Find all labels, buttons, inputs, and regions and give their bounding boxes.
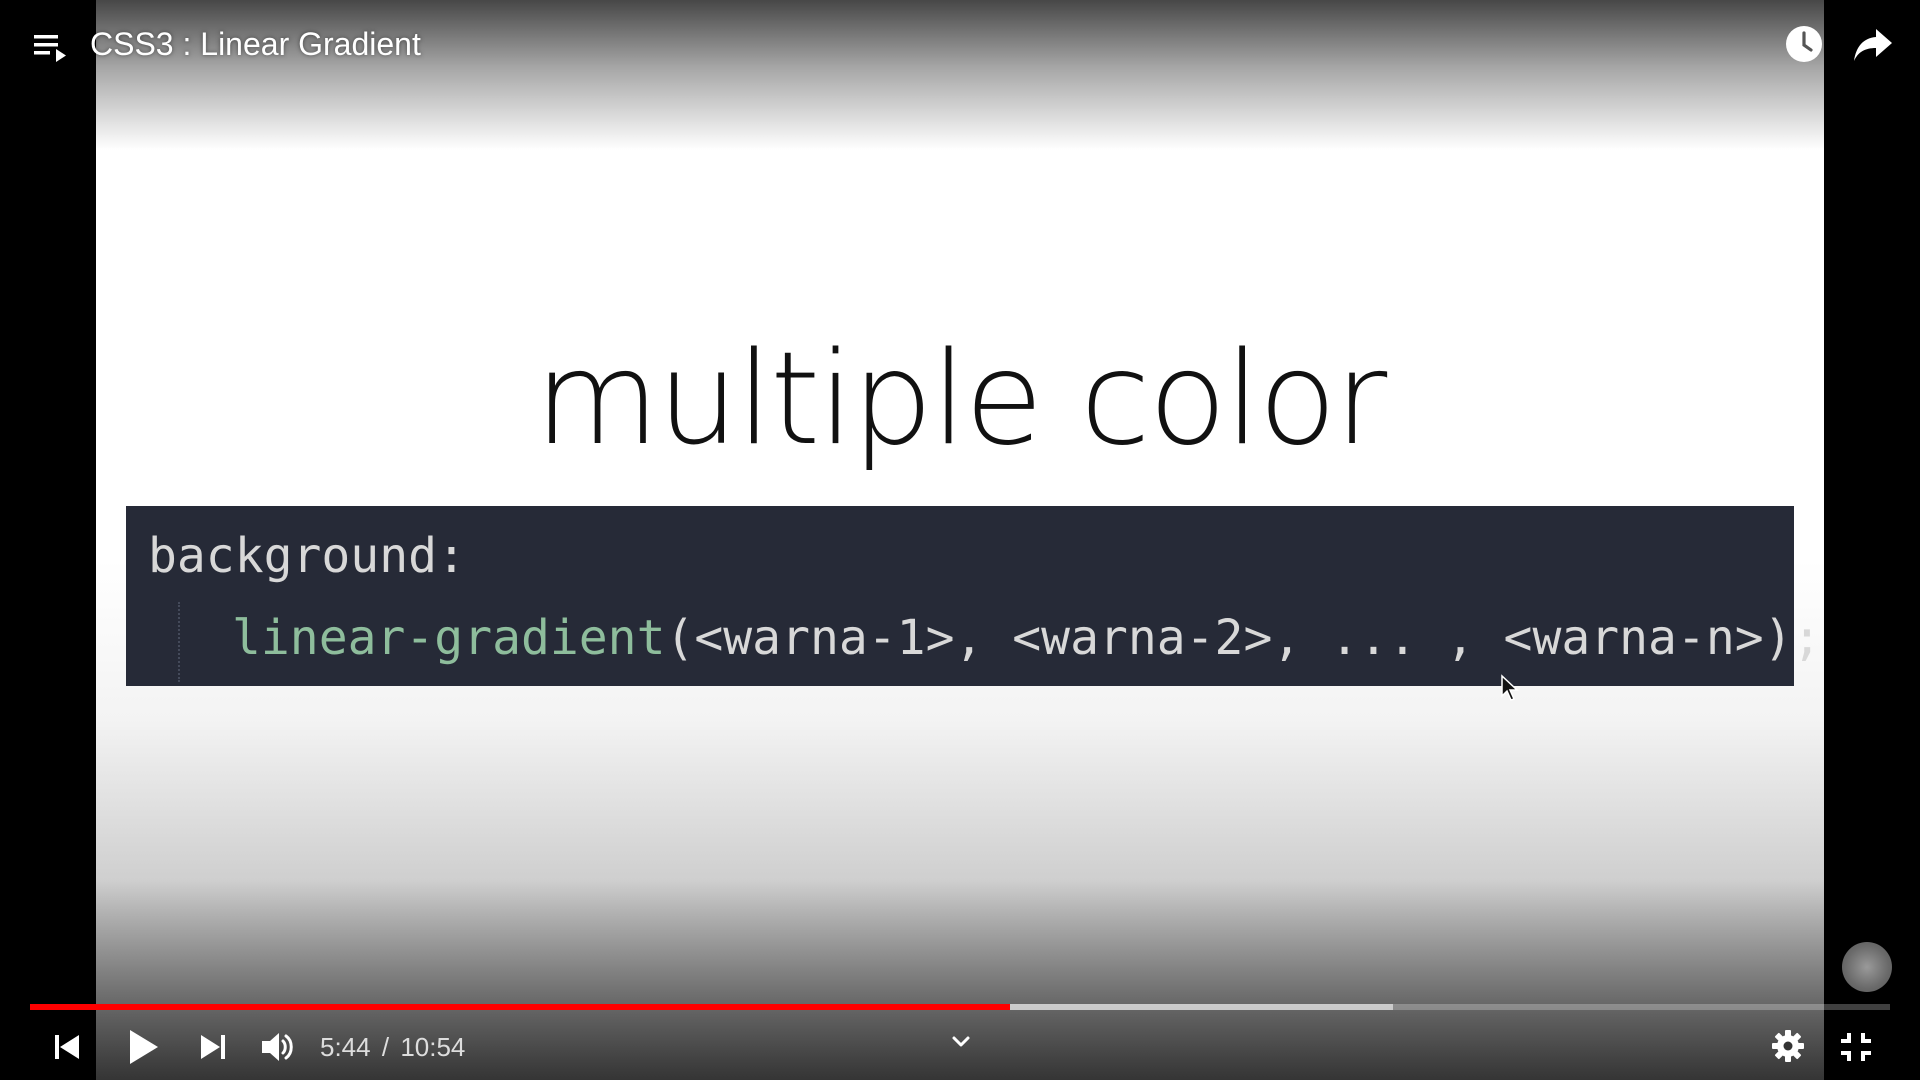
- code-line-background: background:: [148, 528, 466, 584]
- skip-previous-icon[interactable]: [50, 1030, 84, 1064]
- top-gradient-overlay: [0, 0, 1920, 150]
- mouse-pointer-icon: [1501, 674, 1519, 701]
- video-title[interactable]: CSS3 : Linear Gradient: [90, 24, 421, 64]
- channel-watermark[interactable]: [1842, 942, 1892, 992]
- exit-fullscreen-icon[interactable]: [1838, 1030, 1874, 1064]
- playlist-icon[interactable]: [32, 28, 70, 66]
- slide-title: multiple color: [534, 325, 1388, 474]
- current-time: 5:44: [320, 1032, 371, 1062]
- code-function-args: (<warna-1>, <warna-2>, ... , <warna-n>);: [665, 610, 1822, 666]
- share-arrow-icon[interactable]: [1852, 26, 1894, 64]
- time-display: 5:44 / 10:54: [320, 1030, 465, 1064]
- progress-bar[interactable]: [30, 1004, 1890, 1010]
- chevron-down-icon[interactable]: [944, 1030, 978, 1054]
- skip-next-icon[interactable]: [196, 1030, 230, 1064]
- code-function-name: linear-gradient: [232, 610, 666, 666]
- duration: 10:54: [400, 1032, 466, 1062]
- play-icon[interactable]: [122, 1026, 162, 1068]
- volume-icon[interactable]: [258, 1028, 298, 1066]
- progress-played: [30, 1004, 1011, 1010]
- clock-icon[interactable]: [1784, 24, 1824, 64]
- time-separator: /: [381, 1032, 390, 1062]
- video-player[interactable]: multiple color background: linear-gradie…: [0, 0, 1920, 1080]
- code-line-gradient: linear-gradient(<warna-1>, <warna-2>, ..…: [232, 608, 1821, 668]
- code-block: background: linear-gradient(<warna-1>, <…: [126, 506, 1821, 686]
- gear-icon[interactable]: [1770, 1028, 1806, 1064]
- indent-guide: [178, 602, 182, 682]
